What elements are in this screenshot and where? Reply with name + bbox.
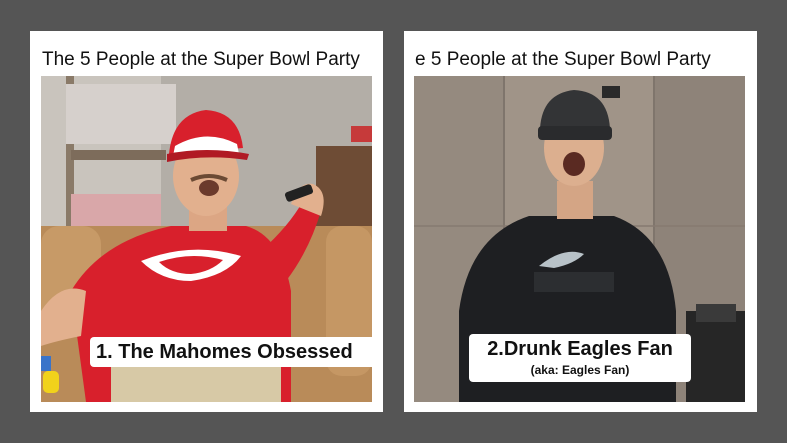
video-caption: 1. The Mahomes Obsessed xyxy=(90,337,372,367)
video-frame[interactable]: 2.Drunk Eagles Fan (aka: Eagles Fan) xyxy=(414,76,745,402)
video-card-eagles-fan[interactable]: e 5 People at the Super Bowl Party 2.Dru… xyxy=(404,31,757,412)
video-caption: 2.Drunk Eagles Fan (aka: Eagles Fan) xyxy=(469,334,691,382)
caption-title: 2.Drunk Eagles Fan xyxy=(487,338,673,360)
video-card-mahomes[interactable]: The 5 People at the Super Bowl Party 1. … xyxy=(30,31,383,412)
card-title: The 5 People at the Super Bowl Party xyxy=(42,49,360,70)
caption-subtitle: (aka: Eagles Fan) xyxy=(530,363,630,377)
card-title: e 5 People at the Super Bowl Party xyxy=(415,49,711,70)
video-frame[interactable]: 1. The Mahomes Obsessed xyxy=(41,76,372,402)
